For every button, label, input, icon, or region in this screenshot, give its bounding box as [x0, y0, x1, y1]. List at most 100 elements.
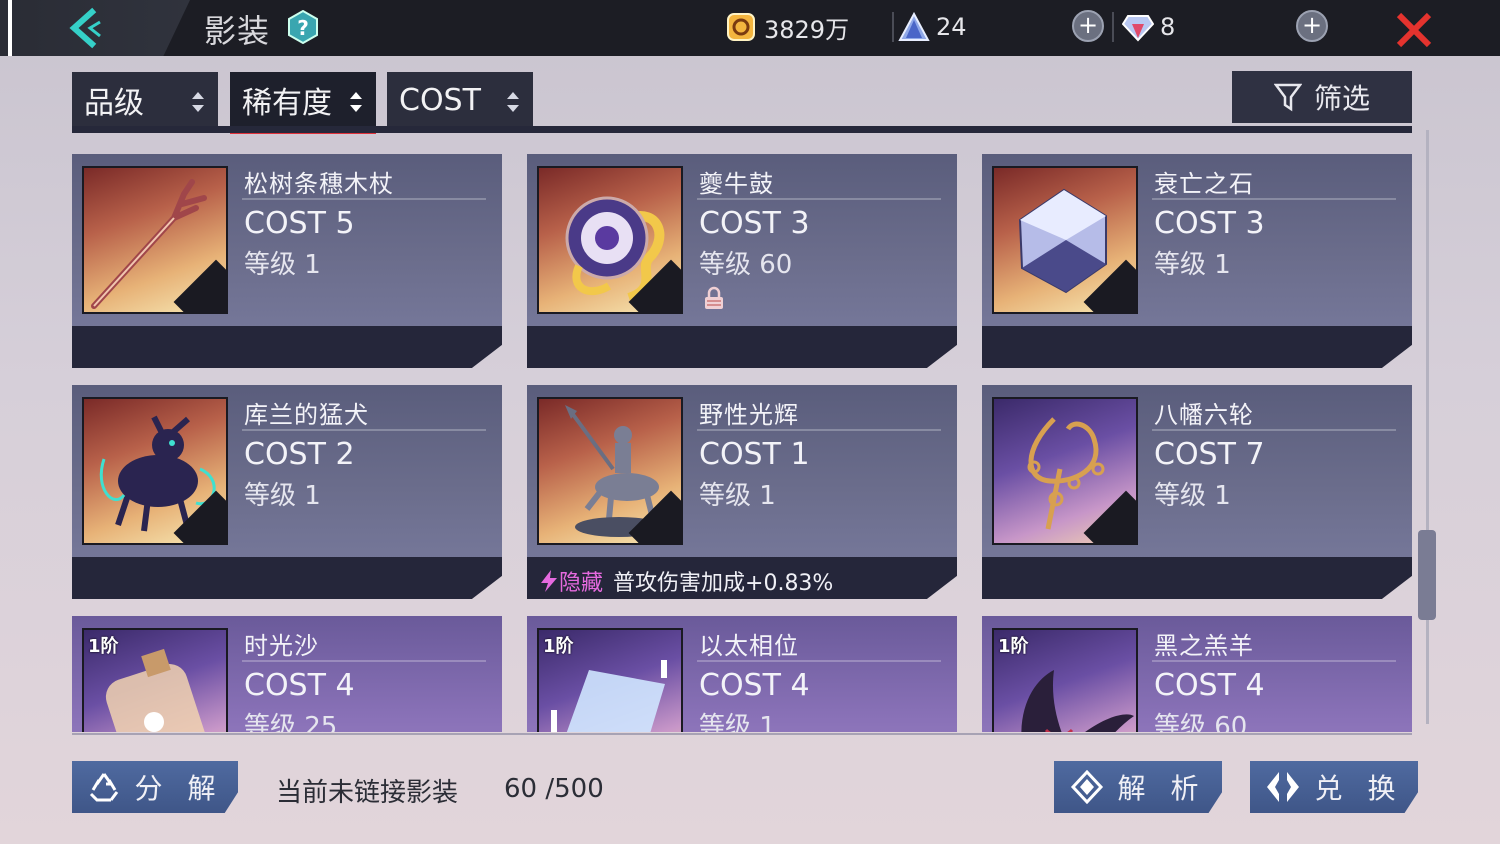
sort-arrows-icon: [192, 92, 204, 112]
equipment-name: 以太相位: [699, 632, 799, 660]
rank-badge: 1阶: [998, 636, 1029, 657]
equipment-card[interactable]: 库兰的猛犬 COST 2 等级 1: [72, 385, 502, 599]
help-button[interactable]: ?: [286, 9, 320, 45]
top-bar: 影装 ? 3829万 24 + 8 +: [0, 0, 1500, 56]
equipment-cost: COST 3: [1154, 206, 1265, 241]
equipment-name: 夔牛鼓: [699, 170, 774, 198]
equipment-name: 八幡六轮: [1154, 401, 1254, 429]
diamond-amount: 8: [1160, 13, 1176, 41]
equipment-cost: COST 3: [699, 206, 810, 241]
equipment-cost: COST 2: [244, 437, 355, 472]
equipment-thumbnail: [992, 166, 1138, 314]
equipment-level: 等级 1: [699, 481, 776, 511]
sort-tab-rarity[interactable]: 稀有度: [230, 72, 376, 134]
equipment-level: 等级 25: [244, 712, 338, 732]
resource-separator: [892, 12, 894, 42]
equipment-thumbnail: 1阶: [537, 628, 683, 732]
scrollbar-thumb[interactable]: [1418, 530, 1436, 620]
rank-badge: 1阶: [543, 636, 574, 657]
equipment-name: 黑之羔羊: [1154, 632, 1254, 660]
equipment-level: 等级 1: [244, 481, 321, 511]
crystal-resource: 24: [898, 10, 967, 44]
equipment-thumbnail: [537, 397, 683, 545]
equipment-card[interactable]: 1阶 黑之羔羊 COST 4 等级 60: [982, 616, 1412, 732]
diamond-resource: 8: [1121, 10, 1176, 44]
exchange-label: 兑 换: [1314, 772, 1404, 805]
card-footer: [72, 326, 502, 368]
equipment-level: 等级 1: [1154, 250, 1231, 280]
equipment-card[interactable]: 衰亡之石 COST 3 等级 1: [982, 154, 1412, 368]
back-button[interactable]: [62, 6, 110, 50]
equipment-card[interactable]: 野性光辉 COST 1 等级 1 隐藏 普攻伤害加成+0.83%: [527, 385, 957, 599]
equipment-level: 等级 60: [1154, 712, 1248, 732]
card-divider: [1152, 660, 1396, 662]
filter-button[interactable]: 筛选: [1232, 71, 1412, 123]
analyze-label: 解 析: [1117, 772, 1207, 805]
add-crystal-button[interactable]: +: [1072, 10, 1104, 42]
add-diamond-button[interactable]: +: [1296, 10, 1328, 42]
card-footer: [982, 326, 1412, 368]
close-button[interactable]: [1394, 10, 1434, 50]
page-title: 影装: [204, 12, 271, 50]
unlinked-count: 60 /500: [504, 774, 604, 804]
analyze-button[interactable]: 解 析: [1054, 761, 1222, 813]
coin-icon: [726, 12, 756, 42]
card-divider: [697, 198, 941, 200]
hidden-tag: 隐藏: [559, 571, 604, 596]
sort-tab-grade[interactable]: 品级: [72, 72, 218, 128]
equipment-name: 松树条穗木杖: [244, 170, 394, 198]
decompose-label: 分 解: [134, 772, 224, 805]
exchange-button[interactable]: 兑 换: [1250, 761, 1418, 813]
sort-arrows-icon: [507, 92, 519, 112]
top-bar-edge: [8, 0, 12, 56]
hidden-bonus: 隐藏 普攻伤害加成+0.83%: [539, 565, 833, 597]
card-divider: [697, 429, 941, 431]
equipment-name: 衰亡之石: [1154, 170, 1254, 198]
rank-badge: 1阶: [88, 636, 119, 657]
lock-icon[interactable]: [703, 286, 725, 310]
funnel-icon: [1273, 83, 1302, 112]
equipment-cost: COST 5: [244, 206, 355, 241]
equipment-thumbnail: [82, 397, 228, 545]
equipment-card[interactable]: 松树条穗木杖 COST 5 等级 1: [72, 154, 502, 368]
equipment-card[interactable]: ★ 夔牛鼓 COST 3 等级 60: [527, 154, 957, 368]
decompose-button[interactable]: 分 解: [72, 761, 238, 813]
card-footer: [72, 557, 502, 599]
sort-tab-label: 品级: [84, 86, 144, 121]
crystal-amount: 24: [936, 13, 967, 41]
exchange-icon: [1266, 772, 1299, 802]
close-icon: [1396, 12, 1432, 48]
filter-label: 筛选: [1313, 82, 1370, 115]
sort-tab-cost[interactable]: COST: [387, 72, 533, 128]
equipment-cost: COST 1: [699, 437, 810, 472]
equipment-name: 野性光辉: [699, 401, 799, 429]
card-divider: [242, 198, 486, 200]
chevron-left-icon: [69, 7, 101, 49]
card-footer: [982, 557, 1412, 599]
lightning-icon: [541, 570, 557, 592]
unlinked-status-label: 当前未链接影装: [276, 778, 459, 808]
scrollbar-track: [1426, 130, 1429, 724]
equipment-thumbnail: 1阶: [992, 628, 1138, 732]
equipment-level: 等级 1: [699, 712, 776, 732]
equipment-card[interactable]: 1阶 时光沙 COST 4 等级 25: [72, 616, 502, 732]
recycle-icon: [89, 773, 118, 802]
crystal-pyramid-icon: [898, 11, 930, 42]
equipment-card[interactable]: 八幡六轮 COST 7 等级 1: [982, 385, 1412, 599]
hidden-bonus-text: 普攻伤害加成+0.83%: [613, 571, 834, 596]
sort-arrows-icon: [350, 92, 362, 112]
diamond-icon: [1121, 12, 1155, 42]
equipment-cost: COST 4: [699, 668, 810, 703]
card-footer: [527, 326, 957, 368]
equipment-card[interactable]: 1阶 以太相位 COST 4 等级 1: [527, 616, 957, 732]
card-divider: [697, 660, 941, 662]
gold-resource: 3829万: [726, 10, 849, 44]
grid-bottom-divider: [72, 733, 1412, 735]
sort-tab-label: COST: [399, 82, 481, 118]
equipment-cost: COST 4: [244, 668, 355, 703]
help-icon: ?: [288, 9, 318, 45]
equipment-level: 等级 60: [699, 250, 793, 280]
equipment-grid: 松树条穗木杖 COST 5 等级 1 ★ 夔牛鼓 COST 3 等级 60: [72, 150, 1417, 732]
equipment-level: 等级 1: [1154, 481, 1231, 511]
equipment-name: 时光沙: [244, 632, 319, 660]
